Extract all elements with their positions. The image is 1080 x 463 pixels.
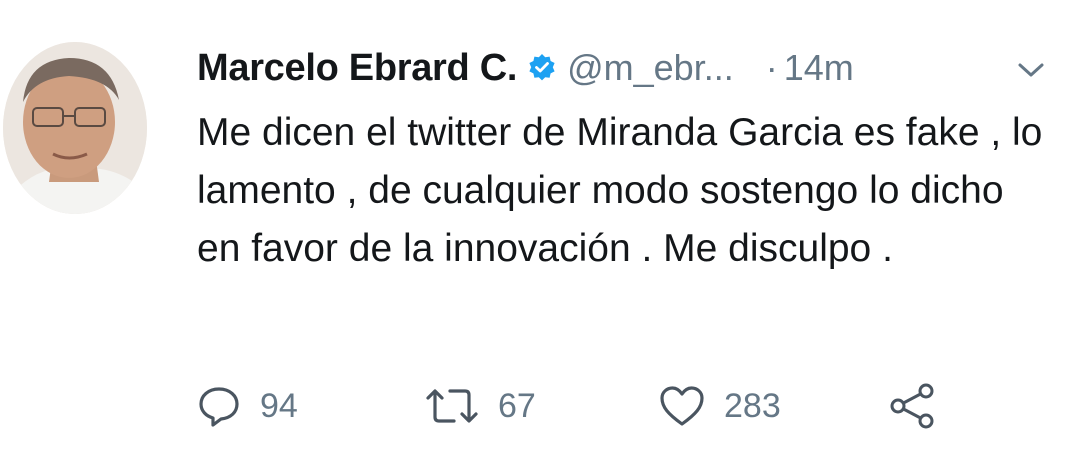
avatar[interactable] <box>3 42 147 214</box>
retweet-count: 67 <box>498 386 536 425</box>
share-icon <box>888 381 938 431</box>
share-button[interactable] <box>888 378 938 434</box>
chevron-down-icon[interactable] <box>1016 60 1046 80</box>
tweet-header: Marcelo Ebrard C. @m_ebr... · 14m <box>197 40 854 96</box>
like-button[interactable]: 283 <box>658 378 781 434</box>
reply-icon <box>196 383 242 429</box>
author-handle[interactable]: @m_ebr... <box>567 47 734 89</box>
reply-button[interactable]: 94 <box>196 378 298 434</box>
retweet-icon <box>424 383 480 429</box>
avatar-photo <box>3 42 147 214</box>
author-name[interactable]: Marcelo Ebrard C. <box>197 47 517 90</box>
separator-dot: · <box>765 47 778 88</box>
retweet-button[interactable]: 67 <box>424 378 536 434</box>
tweet-timestamp[interactable]: 14m <box>784 47 854 89</box>
tweet-card: Marcelo Ebrard C. @m_ebr... · 14m Me dic… <box>0 0 1080 463</box>
reply-count: 94 <box>260 386 298 425</box>
tweet-text: Me dicen el twitter de Miranda Garcia es… <box>197 111 1043 270</box>
heart-icon <box>658 383 706 429</box>
verified-badge-icon <box>527 53 557 83</box>
tweet-actions: 94 67 283 <box>0 378 1080 434</box>
like-count: 283 <box>724 386 781 425</box>
